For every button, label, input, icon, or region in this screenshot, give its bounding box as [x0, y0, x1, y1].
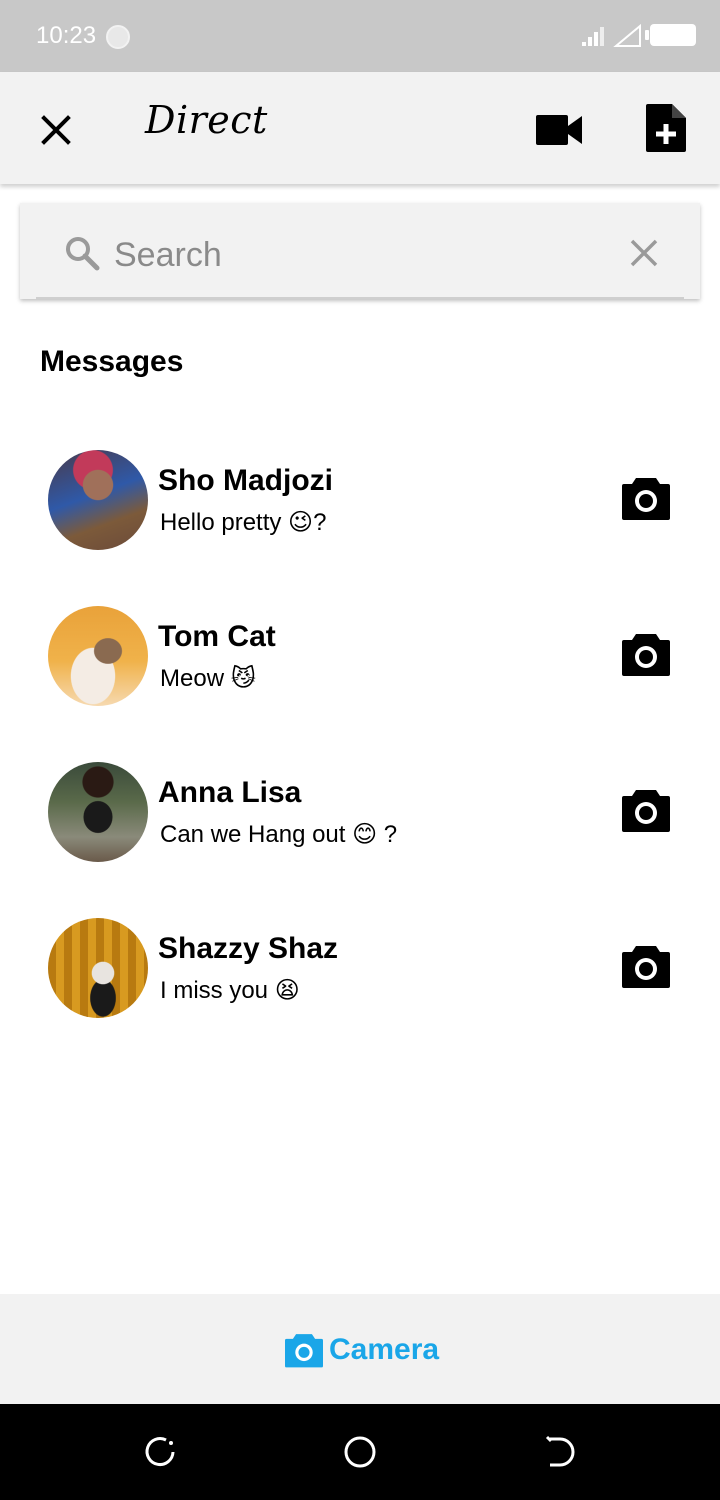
search-underline [36, 297, 684, 299]
page-title: Direct [145, 98, 268, 142]
status-time: 10:23 [36, 22, 97, 49]
message-preview: I miss you 😫 [160, 977, 300, 1004]
camera-icon[interactable] [620, 474, 672, 522]
avatar[interactable] [48, 606, 148, 706]
status-bar: 10:23 [0, 0, 720, 72]
message-preview: Hello pretty 😉? [160, 509, 327, 536]
message-preview: Can we Hang out 😊 ? [160, 821, 398, 848]
clear-icon[interactable] [624, 233, 664, 273]
app-bar: Direct [0, 72, 720, 184]
camera-icon [285, 1334, 323, 1368]
search-input[interactable] [114, 231, 594, 279]
contact-name: Anna Lisa [158, 776, 302, 809]
video-call-button[interactable] [534, 110, 584, 150]
chat-row[interactable]: Anna Lisa Can we Hang out 😊 ? [0, 762, 720, 882]
contact-name: Tom Cat [158, 620, 276, 653]
camera-button[interactable]: Camera [283, 1328, 439, 1372]
notification-dot-icon [106, 25, 130, 49]
battery-icon [645, 24, 696, 46]
home-icon[interactable] [342, 1434, 378, 1470]
chat-row[interactable]: Sho Madjozi Hello pretty 😉? [0, 450, 720, 570]
avatar[interactable] [48, 450, 148, 550]
signal-icon [582, 24, 641, 47]
close-icon [41, 115, 71, 145]
messages-heading: Messages [40, 345, 184, 378]
avatar[interactable] [48, 762, 148, 862]
search-bar [20, 203, 700, 299]
new-message-button[interactable] [644, 102, 688, 154]
close-button[interactable] [36, 110, 76, 150]
back-icon[interactable] [542, 1434, 578, 1470]
bottom-bar: Camera [0, 1294, 720, 1404]
system-nav-bar [0, 1404, 720, 1500]
camera-icon[interactable] [620, 942, 672, 990]
contact-name: Sho Madjozi [158, 464, 333, 497]
message-preview: Meow 😼 [160, 665, 256, 692]
avatar[interactable] [48, 918, 148, 1018]
chat-row[interactable]: Tom Cat Meow 😼 [0, 606, 720, 726]
new-document-icon [646, 104, 686, 152]
chat-row[interactable]: Shazzy Shaz I miss you 😫 [0, 918, 720, 1038]
recents-icon[interactable] [142, 1434, 178, 1470]
camera-icon[interactable] [620, 630, 672, 678]
video-camera-icon [536, 115, 582, 145]
camera-button-label: Camera [329, 1333, 440, 1366]
camera-icon[interactable] [620, 786, 672, 834]
contact-name: Shazzy Shaz [158, 932, 339, 965]
search-icon [66, 237, 100, 271]
